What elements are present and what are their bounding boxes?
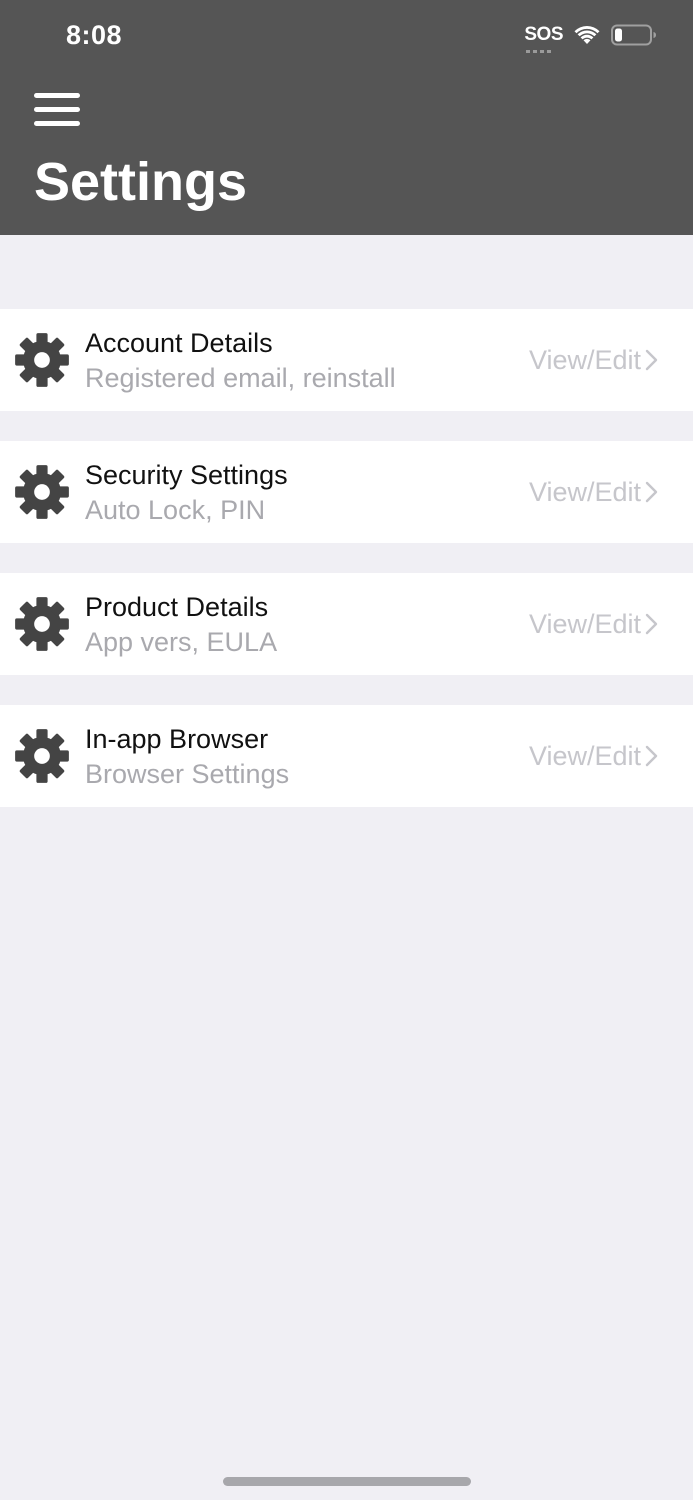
hamburger-menu-icon[interactable] — [34, 93, 82, 129]
settings-row-security-settings[interactable]: Security Settings Auto Lock, PIN View/Ed… — [0, 441, 693, 543]
signal-dots — [526, 50, 552, 53]
row-subtitle: App vers, EULA — [85, 627, 278, 657]
view-edit-link[interactable]: View/Edit — [529, 609, 641, 640]
settings-row-in-app-browser[interactable]: In-app Browser Browser Settings View/Edi… — [0, 705, 693, 807]
settings-row-product-details[interactable]: Product Details App vers, EULA View/Edit — [0, 573, 693, 675]
status-time: 8:08 — [66, 20, 123, 50]
gear-icon — [14, 464, 70, 520]
row-subtitle: Auto Lock, PIN — [85, 495, 266, 525]
row-title: Account Details — [85, 328, 273, 358]
row-title: Product Details — [85, 592, 269, 622]
wifi-icon — [574, 25, 600, 44]
status-indicators: SOS — [524, 24, 657, 53]
page-title: Settings — [34, 152, 248, 212]
chevron-right-icon — [645, 481, 658, 503]
sos-label: SOS — [524, 24, 563, 45]
view-edit-link[interactable]: View/Edit — [529, 345, 641, 376]
gear-icon — [14, 332, 70, 388]
settings-list: Account Details Registered email, reinst… — [0, 309, 693, 837]
row-title: Security Settings — [85, 460, 288, 490]
sos-indicator: SOS — [524, 24, 563, 53]
row-subtitle: Browser Settings — [85, 759, 290, 789]
chevron-right-icon — [645, 745, 658, 767]
chevron-right-icon — [645, 349, 658, 371]
battery-icon — [611, 24, 656, 46]
home-indicator[interactable] — [223, 1477, 471, 1486]
view-edit-link[interactable]: View/Edit — [529, 477, 641, 508]
gear-icon — [14, 596, 70, 652]
chevron-right-icon — [645, 613, 658, 635]
settings-row-account-details[interactable]: Account Details Registered email, reinst… — [0, 309, 693, 411]
row-subtitle: Registered email, reinstall — [85, 363, 396, 393]
row-title: In-app Browser — [85, 724, 269, 754]
view-edit-link[interactable]: View/Edit — [529, 741, 641, 772]
app-header: 8:08 SOS Settings — [0, 0, 693, 235]
gear-icon — [14, 728, 70, 784]
